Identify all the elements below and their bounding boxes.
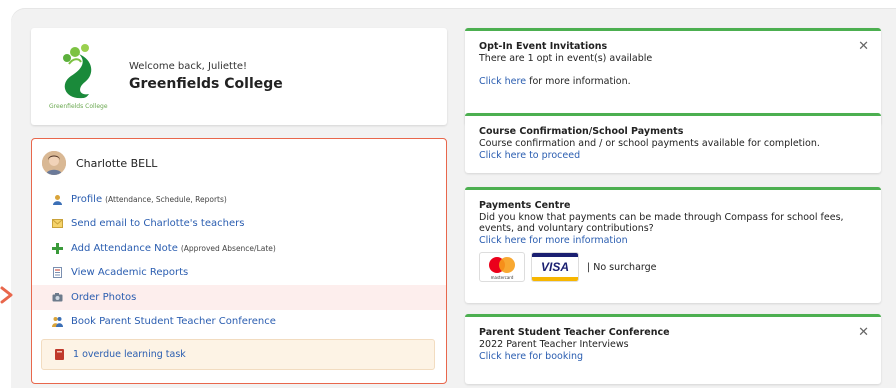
student-card: Charlotte BELL Profile (Attendance, Sche…	[31, 138, 447, 384]
menu-item-photos[interactable]: Order Photos	[32, 285, 446, 310]
event-notice-text: There are 1 opt in event(s) available	[479, 53, 653, 64]
conference-notice-text: 2022 Parent Teacher Interviews	[479, 339, 629, 350]
profile-link[interactable]: Profile	[71, 194, 102, 205]
payments-info-link[interactable]: Click here for more information	[479, 235, 628, 246]
school-card: Greenfields College Welcome back, Juliet…	[31, 28, 447, 125]
plus-icon	[52, 242, 63, 254]
payments-notice-title: Payments Centre	[479, 200, 571, 211]
visa-text: VISA	[540, 260, 569, 274]
event-link-suffix: for more information.	[526, 76, 631, 87]
event-click-here-link[interactable]: Click here	[479, 76, 526, 87]
student-photo-icon	[42, 151, 66, 175]
close-icon[interactable]: ✕	[858, 325, 869, 340]
course-notice-link-line: Click here to proceed	[479, 150, 867, 161]
mastercard-logo: mastercard	[479, 252, 525, 282]
avatar	[42, 151, 66, 175]
course-notice-text: Course confirmation and / or school paym…	[479, 138, 820, 149]
camera-icon	[52, 292, 63, 303]
welcome-message: Welcome back, Juliette!	[129, 61, 248, 72]
event-invitations-notice: ✕ Opt-In Event Invitations There are 1 o…	[465, 28, 881, 125]
document-icon	[52, 267, 63, 279]
school-name: Greenfields College	[129, 76, 283, 92]
conference-icon	[52, 316, 63, 328]
event-notice-title: Opt-In Event Invitations	[479, 41, 608, 52]
photos-link[interactable]: Order Photos	[71, 292, 136, 303]
menu-item-reports[interactable]: View Academic Reports	[32, 261, 446, 286]
user-icon	[52, 194, 63, 205]
student-header: Charlotte BELL	[42, 151, 157, 175]
mastercard-text: mastercard	[490, 275, 514, 280]
conference-notice: ✕ Parent Student Teacher Conference 2022…	[465, 314, 881, 384]
visa-logo: VISA	[531, 252, 579, 282]
event-notice-link-line: Click here for more information.	[479, 76, 867, 87]
payments-notice-link-line: Click here for more information	[479, 235, 867, 246]
attendance-link[interactable]: Add Attendance Note	[71, 243, 178, 254]
pointer-arrow-icon	[0, 286, 13, 304]
conference-notice-title: Parent Student Teacher Conference	[479, 327, 670, 338]
profile-sub: (Attendance, Schedule, Reports)	[105, 194, 227, 204]
menu-item-profile[interactable]: Profile (Attendance, Schedule, Reports)	[32, 187, 446, 212]
menu-item-attendance[interactable]: Add Attendance Note (Approved Absence/La…	[32, 236, 446, 261]
conference-booking-link[interactable]: Click here for booking	[479, 351, 583, 362]
conference-notice-link-line: Click here for booking	[479, 351, 867, 362]
course-proceed-link[interactable]: Click here to proceed	[479, 150, 580, 161]
overdue-task-box[interactable]: 1 overdue learning task	[41, 339, 435, 370]
menu-item-conference[interactable]: Book Parent Student Teacher Conference	[32, 310, 446, 335]
attendance-sub: (Approved Absence/Late)	[180, 243, 276, 253]
school-logo-icon	[63, 44, 92, 99]
email-link[interactable]: Send email to Charlotte's teachers	[71, 218, 244, 229]
logo-caption: Greenfields College	[49, 103, 108, 110]
student-menu: Profile (Attendance, Schedule, Reports) …	[32, 187, 446, 334]
reports-link[interactable]: View Academic Reports	[71, 267, 188, 278]
task-book-icon	[54, 349, 65, 360]
menu-item-email[interactable]: Send email to Charlotte's teachers	[32, 212, 446, 237]
surcharge-text: | No surcharge	[587, 261, 657, 273]
payment-methods: mastercard VISA | No surcharge	[479, 252, 867, 282]
payments-centre-notice: Payments Centre Did you know that paymen…	[465, 187, 881, 303]
envelope-icon	[52, 218, 63, 229]
overdue-task-link[interactable]: 1 overdue learning task	[73, 349, 186, 360]
student-name: Charlotte BELL	[76, 156, 158, 170]
course-notice-title: Course Confirmation/School Payments	[479, 126, 684, 137]
close-icon[interactable]: ✕	[858, 39, 869, 54]
payments-notice-text: Did you know that payments can be made t…	[479, 212, 844, 234]
conference-link[interactable]: Book Parent Student Teacher Conference	[71, 316, 276, 327]
course-confirmation-notice: Course Confirmation/School Payments Cour…	[465, 113, 881, 173]
